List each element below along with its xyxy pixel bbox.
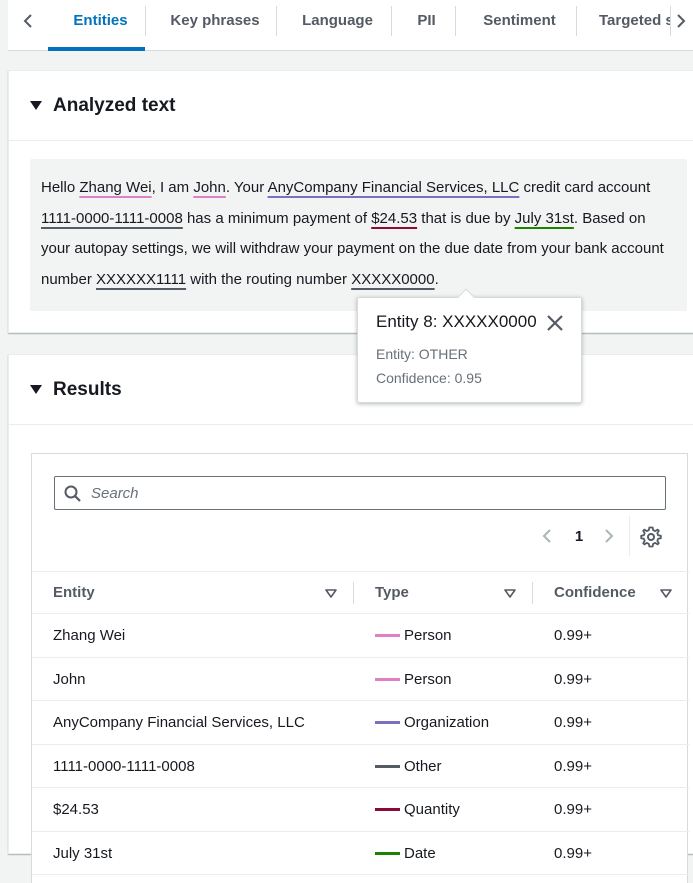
text-span: with the routing number — [186, 270, 352, 288]
confidence-cell: 0.99+ — [554, 844, 592, 862]
entity-highlight[interactable]: Zhang Wei — [79, 179, 151, 196]
pager-divider — [629, 516, 630, 556]
search-box[interactable] — [54, 476, 666, 510]
tab-divider — [145, 6, 146, 36]
confidence-cell: 0.99+ — [554, 627, 592, 644]
chevron-right-icon[interactable] — [663, 0, 693, 41]
text-span: , I am — [151, 179, 194, 196]
type-label: Person — [404, 627, 452, 644]
entity-highlight[interactable]: XXXXX0000 — [351, 271, 434, 288]
entity-highlight[interactable]: AnyCompany Financial Services, LLC — [268, 179, 520, 196]
tab-key-phrases[interactable]: Key phrases — [154, 0, 276, 41]
tab-pii[interactable]: PII — [399, 0, 454, 41]
entity-cell: John — [53, 670, 86, 688]
type-cell: Date — [375, 832, 436, 875]
tab-divider — [576, 6, 577, 36]
confidence-cell: 0.99+ — [554, 757, 592, 775]
column-divider — [353, 582, 354, 604]
caret-down-icon[interactable] — [30, 101, 42, 110]
gear-icon[interactable] — [639, 525, 663, 549]
tab-bar: Entities Key phrases Language PII Sentim… — [8, 0, 693, 51]
type-cell: Other — [375, 745, 442, 788]
tab-sentiment[interactable]: Sentiment — [463, 0, 576, 41]
sort-icon[interactable] — [660, 586, 672, 604]
results-title: Results — [53, 378, 122, 400]
popover-confidence: Confidence: 0.95 — [376, 370, 482, 386]
type-color-swatch — [375, 677, 400, 681]
type-color-swatch — [375, 764, 400, 768]
confidence-cell: 0.99+ — [554, 714, 592, 731]
analyzed-text-header[interactable]: Analyzed text — [9, 71, 693, 141]
entity-highlight[interactable]: July 31st — [515, 210, 574, 227]
entity-popover: Entity 8: XXXXX0000 Entity: OTHER Confid… — [357, 288, 582, 403]
entity-highlight[interactable]: $24.53 — [371, 210, 417, 227]
entity-highlight[interactable]: John — [193, 179, 226, 196]
popover-entity-type: Entity: OTHER — [376, 346, 468, 362]
table-header: Entity Type Confidence — [32, 571, 689, 614]
chevron-left-icon[interactable] — [537, 518, 557, 554]
type-cell: Person — [375, 658, 452, 701]
entity-cell: July 31st — [53, 844, 113, 862]
text-span: credit card account — [519, 179, 651, 196]
entity-cell: Zhang Wei — [53, 627, 126, 644]
sort-icon[interactable] — [504, 586, 516, 604]
search-icon — [64, 485, 82, 508]
type-color-swatch — [375, 634, 400, 637]
table-row[interactable]: John Person 0.99+ — [32, 658, 689, 701]
table-row[interactable]: July 31st Date 0.99+ — [32, 832, 689, 875]
type-color-swatch — [375, 851, 400, 855]
tab-divider — [455, 6, 456, 36]
tab-entities[interactable]: Entities — [56, 0, 145, 41]
entity-cell: $24.53 — [53, 801, 99, 818]
analyzed-text-panel: Analyzed text Hello Zhang Wei, I am John… — [8, 70, 693, 333]
tab-targeted-sentiment[interactable]: Targeted sentiment — [584, 0, 670, 41]
analyzed-text-body: Hello Zhang Wei, I am John. Your AnyComp… — [30, 159, 687, 311]
table-row[interactable]: AnyCompany Financial Services, LLC Organi… — [32, 701, 689, 745]
entity-highlight[interactable]: 1111-0000-1111-0008 — [41, 210, 183, 227]
type-color-swatch — [375, 808, 400, 811]
text-span: . Your — [225, 179, 268, 196]
page-number[interactable]: 1 — [569, 518, 589, 554]
type-cell: Organization — [375, 701, 489, 744]
active-tab-indicator — [48, 47, 145, 51]
type-label: Organization — [404, 714, 490, 731]
results-panel: Results 1 Entity Ty — [8, 354, 693, 883]
confidence-cell: 0.99+ — [554, 801, 592, 818]
close-icon[interactable] — [544, 312, 566, 334]
table-row[interactable]: $24.53 Quantity 0.99+ — [32, 788, 689, 832]
type-label: Person — [404, 670, 452, 688]
chevron-right-icon[interactable] — [599, 518, 619, 554]
caret-down-icon[interactable] — [30, 385, 42, 394]
popover-title: Entity 8: XXXXX0000 — [376, 312, 537, 331]
column-divider — [532, 582, 533, 604]
text-span: that is due by — [417, 209, 515, 227]
type-label: Date — [404, 844, 436, 862]
entity-highlight[interactable]: XXXXXX1111 — [96, 271, 186, 288]
type-color-swatch — [375, 721, 400, 724]
analyzed-text-title: Analyzed text — [53, 94, 176, 116]
confidence-cell: 0.99+ — [554, 670, 592, 688]
column-header-confidence[interactable]: Confidence — [554, 572, 636, 613]
type-label: Quantity — [404, 801, 460, 818]
results-table-container: 1 Entity Type Confidence — [31, 453, 689, 883]
type-cell: Person — [375, 614, 452, 657]
tab-divider — [391, 6, 392, 36]
tab-language[interactable]: Language — [284, 0, 391, 41]
table-row[interactable]: Zhang Wei Person 0.99+ — [32, 614, 689, 658]
entity-cell: 1111-0000-1111-0008 — [53, 757, 195, 775]
type-label: Other — [404, 757, 442, 775]
table-row[interactable]: 1111-0000-1111-0008 Other 0.99+ — [32, 745, 689, 788]
results-header[interactable]: Results — [9, 355, 693, 425]
text-span: . — [434, 270, 439, 288]
chevron-left-icon[interactable] — [10, 0, 46, 41]
search-input[interactable] — [89, 478, 659, 508]
entity-cell: AnyCompany Financial Services, LLC — [53, 714, 305, 731]
column-header-type[interactable]: Type — [375, 572, 409, 613]
tab-divider — [276, 6, 277, 36]
sort-icon[interactable] — [325, 586, 337, 604]
text-span: Hello — [41, 179, 80, 196]
column-header-entity[interactable]: Entity — [53, 572, 95, 613]
type-cell: Quantity — [375, 788, 460, 831]
text-span: has a minimum payment of — [182, 209, 372, 227]
